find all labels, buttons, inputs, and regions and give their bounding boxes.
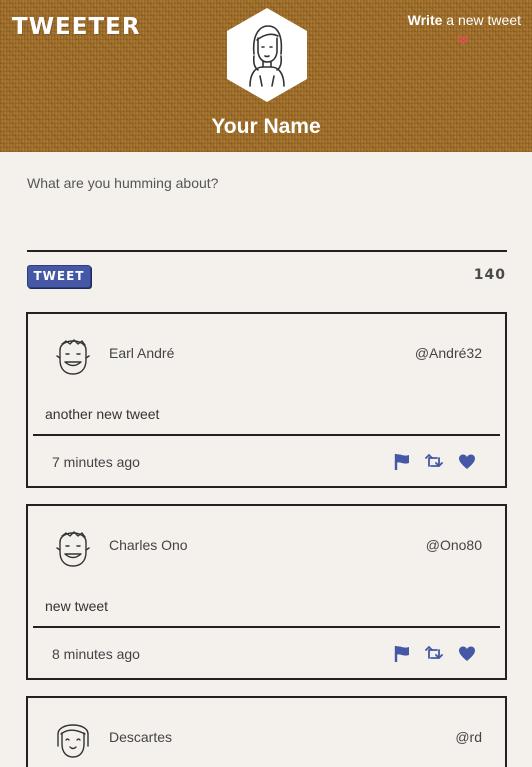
tweet-actions — [393, 645, 483, 663]
tweet-timestamp: 7 minutes ago — [52, 454, 140, 470]
user-avatar — [56, 339, 90, 375]
tweet-author[interactable]: Charles Ono — [109, 537, 188, 553]
heart-icon[interactable] — [458, 453, 476, 471]
tweet-divider — [33, 626, 500, 628]
tweet-divider — [33, 434, 500, 436]
write-label-bold: Write — [407, 12, 443, 28]
char-counter: 140 — [473, 267, 506, 283]
tweet-handle[interactable]: @rd — [455, 729, 482, 745]
user-avatar — [57, 724, 89, 758]
tweet-actions — [393, 453, 483, 471]
chevron-down-icon[interactable] — [456, 33, 470, 45]
heart-icon[interactable] — [458, 645, 476, 663]
write-new-tweet-link[interactable]: Write a new tweet — [408, 12, 521, 28]
tweet-handle[interactable]: @Ono80 — [426, 537, 482, 553]
tweet-card: Earl André @André32 another new tweet 7 … — [26, 312, 507, 488]
flag-icon[interactable] — [393, 645, 411, 663]
tweet-card: Descartes @rd — [26, 696, 507, 767]
compose-tweet-input[interactable] — [27, 170, 507, 250]
write-label-rest: a new tweet — [442, 12, 521, 28]
tweet-text: new tweet — [45, 598, 109, 614]
app-logo: TWEETER — [12, 14, 141, 40]
tweet-button[interactable]: TWEET — [27, 265, 91, 288]
tweet-handle[interactable]: @André32 — [415, 345, 482, 361]
tweet-author[interactable]: Earl André — [109, 345, 174, 361]
tweet-text: another new tweet — [45, 406, 160, 422]
profile-header: TWEETER Write a new tweet Your Name — [0, 0, 532, 152]
profile-avatar — [227, 8, 307, 102]
user-avatar — [56, 531, 90, 567]
retweet-icon[interactable] — [425, 453, 443, 471]
retweet-icon[interactable] — [425, 645, 443, 663]
compose-divider — [27, 250, 507, 252]
flag-icon[interactable] — [393, 453, 411, 471]
tweet-card: Charles Ono @Ono80 new tweet 8 minutes a… — [26, 504, 507, 680]
profile-name: Your Name — [211, 115, 321, 138]
tweet-author[interactable]: Descartes — [109, 729, 172, 745]
tweet-timestamp: 8 minutes ago — [52, 646, 140, 662]
